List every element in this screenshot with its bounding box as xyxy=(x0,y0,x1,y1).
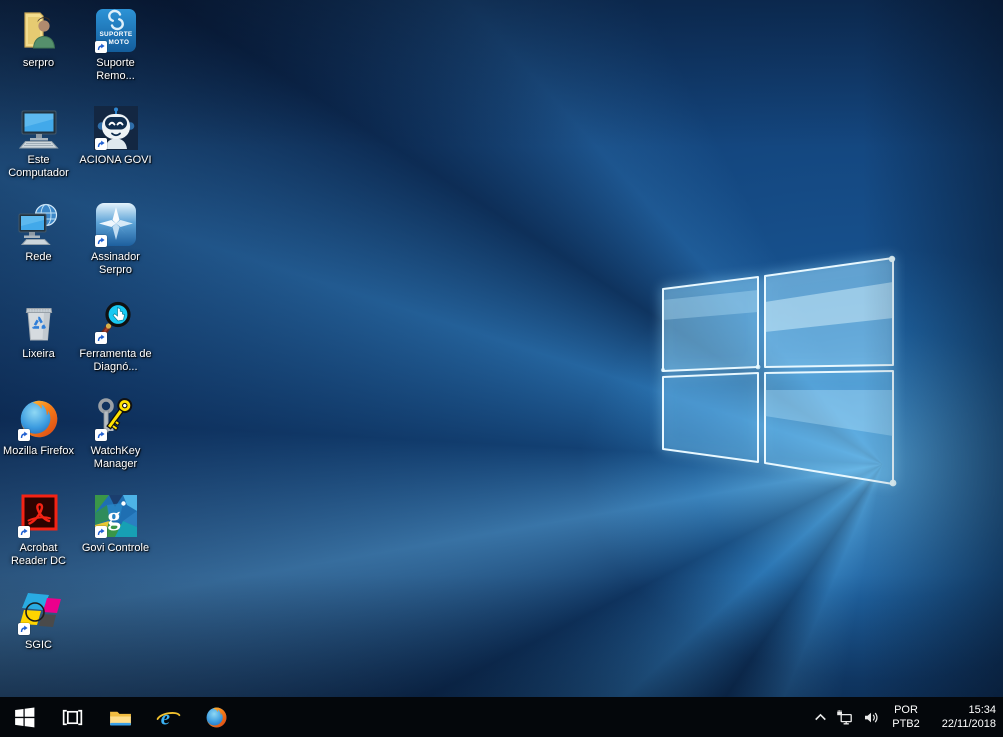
user-folder-icon xyxy=(16,8,62,54)
clock-date: 22/11/2018 xyxy=(941,718,996,730)
desktop-icon-label: Acrobat Reader DC xyxy=(10,542,67,567)
file-explorer-icon xyxy=(108,705,133,730)
language-code: POR xyxy=(894,704,918,716)
desktop-icon-assinador-serpro[interactable]: Assinador Serpro xyxy=(77,198,154,295)
tray-volume-button[interactable] xyxy=(857,697,885,737)
desktop-icon-label: Assinador Serpro xyxy=(91,251,140,276)
desktop-icon-aciona-govi[interactable]: ACIONA GOVI xyxy=(77,101,154,198)
desktop-icon-label: Este Computador xyxy=(8,154,69,179)
desktop-icon-govi-controle[interactable]: g Govi Controle xyxy=(77,489,154,586)
sgic-icon xyxy=(16,590,62,636)
desktop-icon-lixeira[interactable]: Lixeira xyxy=(0,295,77,392)
system-tray: POR PTB2 15:34 22/11/2018 xyxy=(809,697,1003,737)
desktop-icon-label: Mozilla Firefox xyxy=(3,445,74,457)
desktop-icon-label: WatchKey Manager xyxy=(90,445,141,470)
task-view-button[interactable] xyxy=(48,697,96,737)
firefox-icon xyxy=(16,396,62,442)
windows-desktop: serpro Este Computador Rede Lixeira Mozi… xyxy=(0,0,1003,737)
desktop-icon-label: ACIONA GOVI xyxy=(79,154,152,166)
shortcut-arrow-icon xyxy=(94,138,107,150)
govi-mosaic-icon: g xyxy=(93,493,139,539)
internet-explorer-icon: e xyxy=(156,705,181,730)
desktop-icon-rede[interactable]: Rede xyxy=(0,198,77,295)
acrobat-reader-icon xyxy=(16,493,62,539)
shortcut-arrow-icon xyxy=(94,429,107,441)
file-explorer-button[interactable] xyxy=(96,697,144,737)
desktop-icon-label: serpro xyxy=(22,57,55,69)
diagnostic-magnifier-icon xyxy=(93,299,139,345)
speaker-volume-icon xyxy=(863,709,880,726)
tray-show-hidden-icons-button[interactable] xyxy=(809,697,831,737)
shortcut-arrow-icon xyxy=(94,41,107,53)
desktop-icon-label: Lixeira xyxy=(22,348,55,360)
windows-logo-icon xyxy=(12,705,37,730)
svg-text:g: g xyxy=(107,502,120,531)
shortcut-arrow-icon xyxy=(94,526,107,538)
desktop-icon-este-computador[interactable]: Este Computador xyxy=(0,101,77,198)
keyboard-layout-code: PTB2 xyxy=(892,718,920,730)
clock-time: 15:34 xyxy=(968,704,996,716)
shortcut-arrow-icon xyxy=(17,623,30,635)
desktop-icon-label: Suporte Remo... xyxy=(96,57,135,82)
desktop-icon-label: SGIC xyxy=(25,639,52,651)
network-globe-icon xyxy=(16,202,62,248)
desktop-icon-grid: serpro Este Computador Rede Lixeira Mozi… xyxy=(0,4,154,683)
language-indicator[interactable]: POR PTB2 xyxy=(885,697,927,737)
desktop-icon-serpro[interactable]: serpro xyxy=(0,4,77,101)
desktop-icon-suporte-remoto[interactable]: SUPORTE MOTO Suporte Remo... xyxy=(77,4,154,101)
firefox-icon xyxy=(204,705,229,730)
desktop-icon-watchkey-manager[interactable]: WatchKey Manager xyxy=(77,392,154,489)
recycle-bin-icon xyxy=(16,299,62,345)
tray-network-button[interactable] xyxy=(831,697,857,737)
firefox-taskbar-button[interactable] xyxy=(192,697,240,737)
internet-explorer-button[interactable]: e xyxy=(144,697,192,737)
clock[interactable]: 15:34 22/11/2018 xyxy=(927,697,1003,737)
shortcut-arrow-icon xyxy=(94,332,107,344)
desktop-icon-sgic[interactable]: SGIC xyxy=(0,586,77,683)
robot-icon xyxy=(93,105,139,151)
keys-icon xyxy=(93,396,139,442)
this-pc-icon xyxy=(16,105,62,151)
svg-text:MOTO: MOTO xyxy=(108,39,129,46)
desktop-icon-label: Rede xyxy=(25,251,52,263)
shortcut-arrow-icon xyxy=(94,235,107,247)
suporte-moto-icon: SUPORTE MOTO xyxy=(93,8,139,54)
shortcut-arrow-icon xyxy=(17,526,30,538)
ethernet-network-icon xyxy=(836,709,853,726)
svg-text:e: e xyxy=(160,705,169,729)
assinador-gem-icon xyxy=(93,202,139,248)
desktop-icon-ferramenta-diagnostico[interactable]: Ferramenta de Diagnó... xyxy=(77,295,154,392)
desktop-icon-label: Ferramenta de Diagnó... xyxy=(79,348,152,373)
svg-text:SUPORTE: SUPORTE xyxy=(99,31,132,38)
desktop-icon-mozilla-firefox[interactable]: Mozilla Firefox xyxy=(0,392,77,489)
shortcut-arrow-icon xyxy=(17,429,30,441)
taskbar: e POR PTB2 15:34 22/11/2018 xyxy=(0,697,1003,737)
chevron-up-icon xyxy=(812,709,829,726)
desktop-icon-label: Govi Controle xyxy=(81,542,150,554)
desktop-icon-acrobat-reader[interactable]: Acrobat Reader DC xyxy=(0,489,77,586)
windows-logo-wallpaper xyxy=(661,255,897,487)
task-view-icon xyxy=(60,705,85,730)
start-button[interactable] xyxy=(0,697,48,737)
